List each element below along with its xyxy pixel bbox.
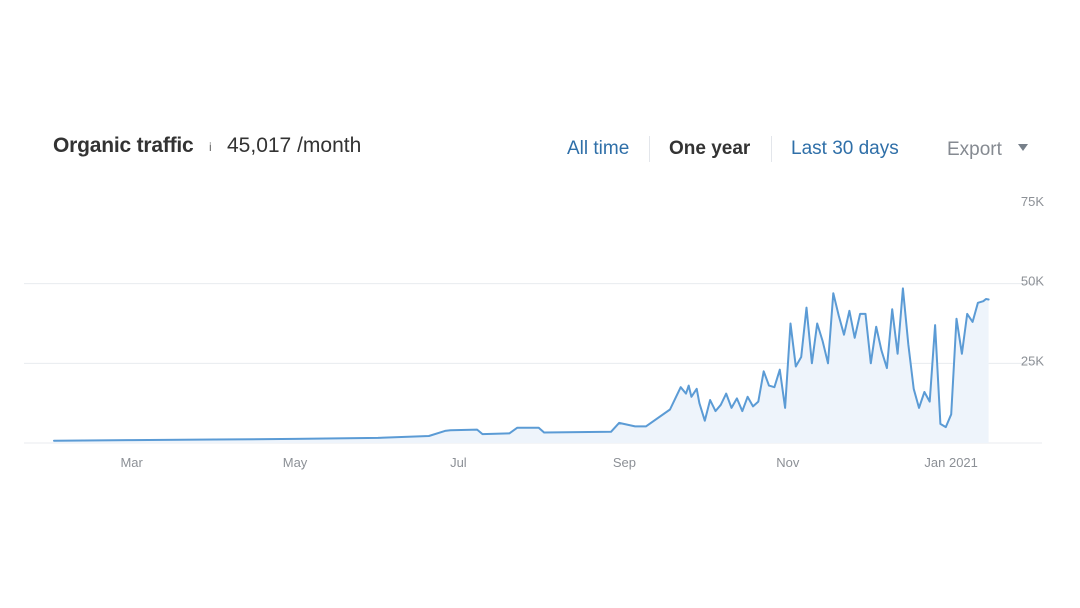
widget-header: Organic traffic i 45,017 /month All time… (24, 118, 1054, 185)
x-tick-label: Nov (776, 455, 800, 470)
range-last-30-days[interactable]: Last 30 days (791, 138, 899, 160)
export-button[interactable]: Export (947, 139, 1002, 161)
range-one-year[interactable]: One year (669, 138, 750, 160)
caret-down-icon[interactable] (1018, 144, 1028, 151)
range-divider (771, 136, 772, 162)
y-tick-label: 50K (1021, 274, 1044, 289)
widget-title: Organic traffic (53, 134, 194, 157)
range-divider (649, 136, 650, 162)
x-tick-label: Jul (450, 455, 467, 470)
y-tick-label: 75K (1021, 194, 1044, 209)
organic-traffic-widget: Organic traffic i 45,017 /month All time… (24, 118, 1054, 488)
traffic-chart: 25K 50K 75K Mar May Jul Sep Nov Jan 2021 (24, 184, 1054, 488)
range-all-time[interactable]: All time (567, 138, 629, 160)
info-icon[interactable]: i (209, 140, 212, 154)
x-tick-label: Sep (613, 455, 636, 470)
x-tick-label: May (283, 455, 308, 470)
traffic-metric: 45,017 /month (227, 134, 362, 157)
x-tick-label: Jan 2021 (924, 455, 978, 470)
x-tick-label: Mar (120, 455, 143, 470)
y-tick-label: 25K (1021, 353, 1044, 368)
